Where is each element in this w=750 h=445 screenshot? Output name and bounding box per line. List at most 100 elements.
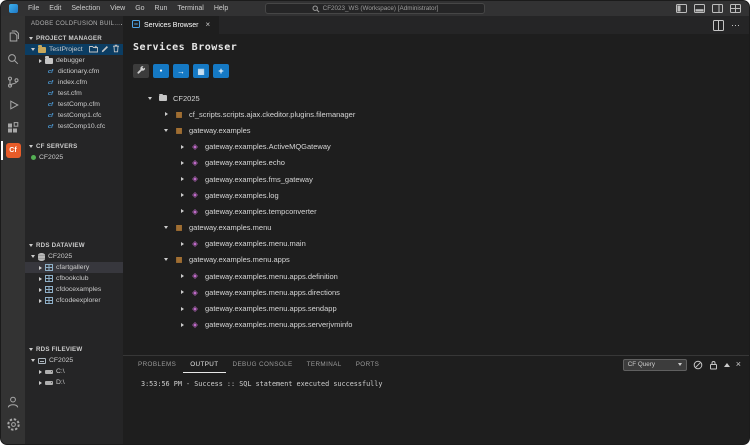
add-folder-icon[interactable] <box>89 45 98 55</box>
project-file-item[interactable]: cf testComp.cfm <box>25 99 123 110</box>
more-actions-icon[interactable]: ⋯ <box>731 20 740 31</box>
tree-item[interactable]: ▦ gateway.examples.menu.apps <box>147 252 749 268</box>
menu-edit[interactable]: Edit <box>44 1 66 16</box>
chevron-down-icon[interactable] <box>31 359 35 362</box>
project-file-item[interactable]: cf index.cfm <box>25 77 123 88</box>
tree-item[interactable]: CF2025 <box>147 90 749 106</box>
configure-button[interactable] <box>133 64 149 78</box>
chevron-down-icon[interactable] <box>163 129 169 132</box>
close-icon[interactable]: × <box>205 21 210 29</box>
chevron-right-icon[interactable] <box>163 112 169 116</box>
project-file-item[interactable]: cf test.cfm <box>25 88 123 99</box>
tree-item[interactable]: ◈ gateway.examples.log <box>147 187 749 203</box>
tab-services-browser[interactable]: Services Browser × <box>123 16 219 34</box>
tree-item[interactable]: ◈ gateway.examples.menu.main <box>147 236 749 252</box>
chevron-right-icon[interactable] <box>179 323 185 327</box>
chevron-down-icon[interactable] <box>163 258 169 261</box>
run-service-button[interactable]: → <box>173 64 189 78</box>
menu-terminal[interactable]: Terminal <box>172 1 208 16</box>
add-service-button[interactable]: + <box>213 64 229 78</box>
menu-run[interactable]: Run <box>150 1 173 16</box>
run-debug-icon[interactable] <box>1 93 25 116</box>
panel-tab-problems[interactable]: PROBLEMS <box>131 356 183 373</box>
datasource-item[interactable]: cfdocexamples <box>25 284 123 295</box>
datasource-item[interactable]: cfcodeexplorer <box>25 295 123 306</box>
toggle-secondary-sidebar-icon[interactable] <box>712 3 723 14</box>
tree-item[interactable]: ◈ gateway.examples.tempconverter <box>147 203 749 219</box>
output-channel-select[interactable]: CF Query <box>623 359 687 371</box>
chevron-right-icon[interactable] <box>179 145 185 149</box>
server-item-cf2025[interactable]: CF2025 <box>25 152 123 163</box>
dataview-server-item[interactable]: CF2025 <box>25 251 123 262</box>
tree-item[interactable]: ◈ gateway.examples.fms_gateway <box>147 171 749 187</box>
chevron-right-icon[interactable] <box>39 288 42 292</box>
chevron-right-icon[interactable] <box>39 381 42 385</box>
view-columns-button[interactable]: ▦ <box>193 64 209 78</box>
chevron-right-icon[interactable] <box>39 370 42 374</box>
chevron-right-icon[interactable] <box>179 193 185 197</box>
extensions-icon[interactable] <box>1 116 25 139</box>
clear-output-icon[interactable] <box>693 360 703 370</box>
panel-tab-output[interactable]: OUTPUT <box>183 356 225 373</box>
coldfusion-builder-icon[interactable]: Cf <box>1 139 25 162</box>
customize-layout-icon[interactable] <box>730 3 741 14</box>
datasource-item[interactable]: cfbookclub <box>25 273 123 284</box>
edit-icon[interactable] <box>101 45 109 55</box>
fileview-server-item[interactable]: CF2025 <box>25 355 123 366</box>
menu-selection[interactable]: Selection <box>66 1 105 16</box>
account-icon[interactable] <box>1 390 25 413</box>
chevron-right-icon[interactable] <box>39 277 42 281</box>
chevron-down-icon[interactable] <box>31 48 35 51</box>
tree-item[interactable]: ▦ gateway.examples.menu <box>147 220 749 236</box>
datasource-item[interactable]: cfartgallery <box>25 262 123 273</box>
chevron-right-icon[interactable] <box>179 209 185 213</box>
delete-icon[interactable] <box>112 44 120 55</box>
project-item-testproject[interactable]: TestProject <box>25 44 123 55</box>
menu-view[interactable]: View <box>105 1 130 16</box>
search-view-icon[interactable] <box>1 47 25 70</box>
source-control-icon[interactable] <box>1 70 25 93</box>
section-cf-servers[interactable]: CF SERVERS <box>25 140 123 152</box>
close-panel-icon[interactable]: × <box>736 360 741 369</box>
section-rds-dataview[interactable]: RDS DATAVIEW <box>25 239 123 251</box>
tree-item[interactable]: ◈ gateway.examples.menu.apps.definition <box>147 268 749 284</box>
drive-item[interactable]: C:\ <box>25 366 123 377</box>
chevron-down-icon[interactable] <box>147 97 153 100</box>
project-item-debugger[interactable]: debugger <box>25 55 123 66</box>
tree-item[interactable]: ◈ gateway.examples.ActiveMQGateway <box>147 139 749 155</box>
tree-item[interactable]: ▦ gateway.examples <box>147 122 749 138</box>
maximize-panel-icon[interactable] <box>724 363 730 367</box>
command-center[interactable]: CF2023_WS (Workspace) [Administrator] <box>265 3 485 14</box>
section-project-manager[interactable]: PROJECT MANAGER <box>25 32 123 44</box>
project-file-item[interactable]: cf testComp1.cfc <box>25 110 123 121</box>
menu-go[interactable]: Go <box>130 1 149 16</box>
chevron-right-icon[interactable] <box>179 274 185 278</box>
menu-file[interactable]: File <box>23 1 44 16</box>
chevron-right-icon[interactable] <box>179 177 185 181</box>
tree-item[interactable]: ◈ gateway.examples.menu.apps.sendapp <box>147 300 749 316</box>
project-file-item[interactable]: cf testComp10.cfc <box>25 121 123 132</box>
toggle-sidebar-icon[interactable] <box>676 3 687 14</box>
section-rds-fileview[interactable]: RDS FILEVIEW <box>25 343 123 355</box>
refresh-button[interactable]: ● <box>153 64 169 78</box>
panel-tab-ports[interactable]: PORTS <box>349 356 387 373</box>
tree-item[interactable]: ▦ cf_scripts.scripts.ajax.ckeditor.plugi… <box>147 106 749 122</box>
chevron-down-icon[interactable] <box>163 226 169 229</box>
chevron-down-icon[interactable] <box>31 255 35 258</box>
tree-item[interactable]: ◈ gateway.examples.echo <box>147 155 749 171</box>
chevron-right-icon[interactable] <box>179 307 185 311</box>
panel-tab-debug-console[interactable]: DEBUG CONSOLE <box>226 356 300 373</box>
chevron-right-icon[interactable] <box>39 299 42 303</box>
chevron-right-icon[interactable] <box>39 59 42 63</box>
settings-gear-icon[interactable] <box>1 413 25 436</box>
menu-help[interactable]: Help <box>209 1 233 16</box>
drive-item[interactable]: D:\ <box>25 377 123 388</box>
chevron-right-icon[interactable] <box>179 161 185 165</box>
lock-scroll-icon[interactable] <box>709 360 718 370</box>
toggle-panel-icon[interactable] <box>694 3 705 14</box>
tree-item[interactable]: ◈ gateway.examples.menu.apps.serverjvmin… <box>147 317 749 333</box>
project-file-item[interactable]: cf dictionary.cfm <box>25 66 123 77</box>
chevron-right-icon[interactable] <box>39 266 42 270</box>
chevron-right-icon[interactable] <box>179 290 185 294</box>
tree-item[interactable]: ◈ gateway.examples.menu.apps.directions <box>147 284 749 300</box>
